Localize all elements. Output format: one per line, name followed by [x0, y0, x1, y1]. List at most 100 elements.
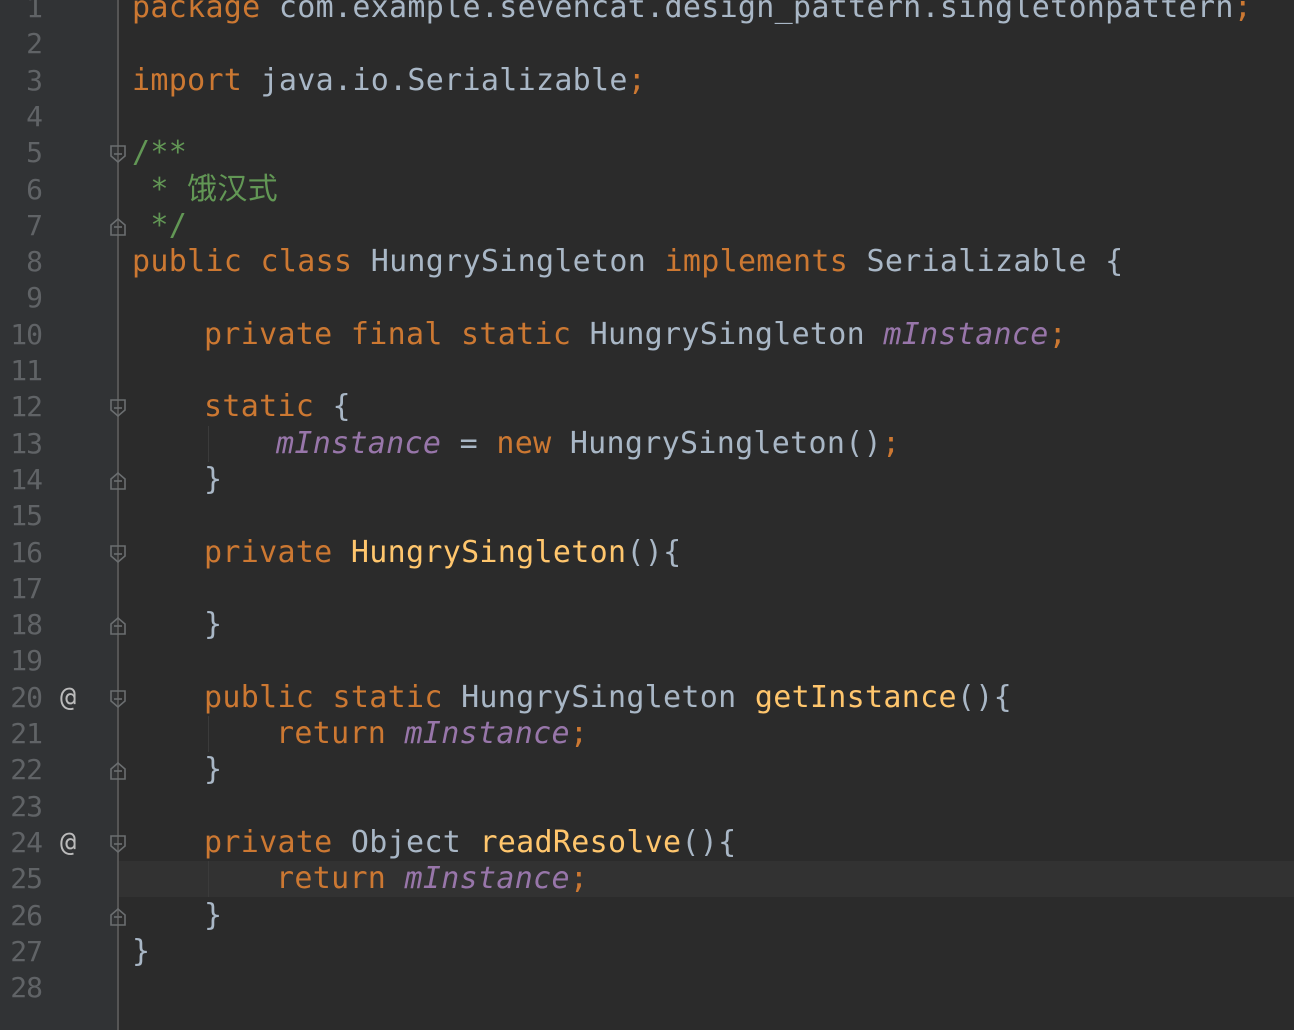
code-line[interactable]: 8 public class HungrySingleton implements…	[0, 244, 1294, 280]
code-line[interactable]: 17	[0, 571, 1294, 607]
code-token: getInstance	[754, 679, 957, 715]
fold-end-icon[interactable]	[109, 616, 127, 636]
line-number: 8	[26, 245, 43, 279]
code-text[interactable]: public static HungrySingleton getInstanc…	[204, 680, 1012, 716]
fold-start-icon[interactable]	[109, 689, 127, 709]
code-line[interactable]: 22}	[0, 752, 1294, 788]
code-token: return	[276, 716, 387, 751]
code-token: }	[204, 607, 223, 643]
code-text[interactable]: }	[204, 898, 222, 934]
code-line[interactable]: 9	[0, 280, 1294, 316]
code-line[interactable]: 6 * 饿汉式	[0, 172, 1294, 208]
fold-start-icon[interactable]	[109, 144, 127, 164]
code-text[interactable]: public class HungrySingleton implements …	[132, 244, 1124, 280]
code-token: }	[132, 933, 151, 969]
fold-end-icon[interactable]	[109, 907, 127, 927]
code-line[interactable]: 11	[0, 353, 1294, 389]
line-number: 26	[10, 898, 43, 932]
code-text[interactable]: return mInstance;	[276, 716, 588, 752]
code-text[interactable]: return mInstance;	[276, 861, 588, 897]
code-text[interactable]: private Object readResolve(){	[204, 825, 737, 861]
code-token: HungrySingleton	[571, 316, 884, 352]
code-line[interactable]: 10 private final static HungrySingleton m…	[0, 317, 1294, 353]
code-text[interactable]: import java.io.Serializable;	[132, 63, 646, 99]
code-line[interactable]: 7 */	[0, 208, 1294, 244]
line-number: 2	[26, 27, 43, 61]
code-token: mInstance	[883, 316, 1049, 352]
indent-guide	[208, 425, 209, 462]
code-token: ;	[569, 716, 589, 751]
code-text[interactable]: /**	[132, 135, 187, 171]
fold-end-icon[interactable]	[109, 761, 127, 781]
code-line[interactable]: 28	[0, 970, 1294, 1006]
code-line[interactable]: 26}	[0, 898, 1294, 934]
code-line[interactable]: 25 return mInstance;	[0, 861, 1294, 897]
fold-start-icon[interactable]	[109, 834, 127, 854]
line-number: 28	[10, 971, 43, 1005]
code-token: ;	[627, 62, 647, 98]
line-number: 25	[10, 862, 43, 896]
code-text[interactable]: package com.example.sevencat.design_patt…	[132, 0, 1252, 26]
code-token: return	[276, 861, 387, 897]
code-text[interactable]: }	[132, 934, 150, 970]
code-token: (){	[956, 679, 1012, 715]
code-line[interactable]: 14}	[0, 462, 1294, 498]
fold-end-icon[interactable]	[109, 217, 127, 237]
code-token: * 饿汉式	[132, 171, 278, 207]
code-line[interactable]: 1 package com.example.sevencat.design_pat…	[0, 0, 1294, 26]
code-line[interactable]: 15	[0, 498, 1294, 534]
code-line[interactable]: 19	[0, 643, 1294, 679]
line-number: 12	[10, 390, 43, 424]
code-token: private	[204, 534, 333, 570]
code-line[interactable]: 3 import java.io.Serializable;	[0, 63, 1294, 99]
line-number: 17	[10, 571, 43, 605]
code-token: HungrySingleton	[352, 244, 665, 280]
override-marker-icon[interactable]: @	[60, 825, 76, 861]
code-line[interactable]: 12 static {	[0, 389, 1294, 425]
code-token: ;	[881, 425, 901, 461]
line-number: 3	[26, 63, 43, 97]
code-token: /**	[132, 135, 188, 171]
code-token: mInstance	[404, 861, 570, 897]
code-text[interactable]: * 饿汉式	[132, 172, 278, 208]
code-token: */	[132, 207, 188, 243]
code-line[interactable]: 23	[0, 789, 1294, 825]
code-line[interactable]: 27}	[0, 934, 1294, 970]
line-number: 27	[10, 934, 43, 968]
code-token: }	[204, 461, 223, 497]
code-line[interactable]: 13 mInstance = new HungrySingleton();	[0, 426, 1294, 462]
code-token: import	[132, 62, 243, 98]
override-marker-icon[interactable]: @	[60, 680, 76, 716]
fold-start-icon[interactable]	[109, 544, 127, 564]
code-line[interactable]: 18}	[0, 607, 1294, 643]
code-token: (){	[681, 824, 737, 860]
code-text[interactable]: static {	[204, 389, 351, 425]
code-line[interactable]: 21 return mInstance;	[0, 716, 1294, 752]
line-number: 18	[10, 608, 43, 642]
code-line[interactable]: 24 @ private Object readResolve(){	[0, 825, 1294, 861]
code-token: com.example.sevencat.design_pattern.sing…	[260, 0, 1234, 25]
code-token: private	[204, 824, 333, 860]
code-line[interactable]: 2	[0, 26, 1294, 62]
code-editor[interactable]: 1 package com.example.sevencat.design_pat…	[0, 0, 1294, 1030]
line-number: 9	[26, 281, 43, 315]
line-number: 5	[26, 136, 43, 170]
code-line[interactable]: 5 /**	[0, 135, 1294, 171]
code-text[interactable]: }	[204, 462, 222, 498]
code-text[interactable]: }	[204, 607, 222, 643]
fold-start-icon[interactable]	[109, 398, 127, 418]
code-line[interactable]: 20 @ public static HungrySingleton getInst…	[0, 680, 1294, 716]
code-text[interactable]: */	[132, 208, 187, 244]
fold-end-icon[interactable]	[109, 471, 127, 491]
code-text[interactable]: private HungrySingleton(){	[204, 535, 681, 571]
code-line[interactable]: 4	[0, 99, 1294, 135]
code-line[interactable]: 16 private HungrySingleton(){	[0, 535, 1294, 571]
code-text[interactable]: mInstance = new HungrySingleton();	[276, 426, 900, 462]
code-token: public static	[204, 679, 443, 715]
code-token: private final static	[204, 316, 572, 352]
code-text[interactable]: }	[204, 752, 222, 788]
code-token: HungrySingleton()	[551, 425, 882, 461]
code-text[interactable]: private final static HungrySingleton mIn…	[204, 317, 1067, 353]
